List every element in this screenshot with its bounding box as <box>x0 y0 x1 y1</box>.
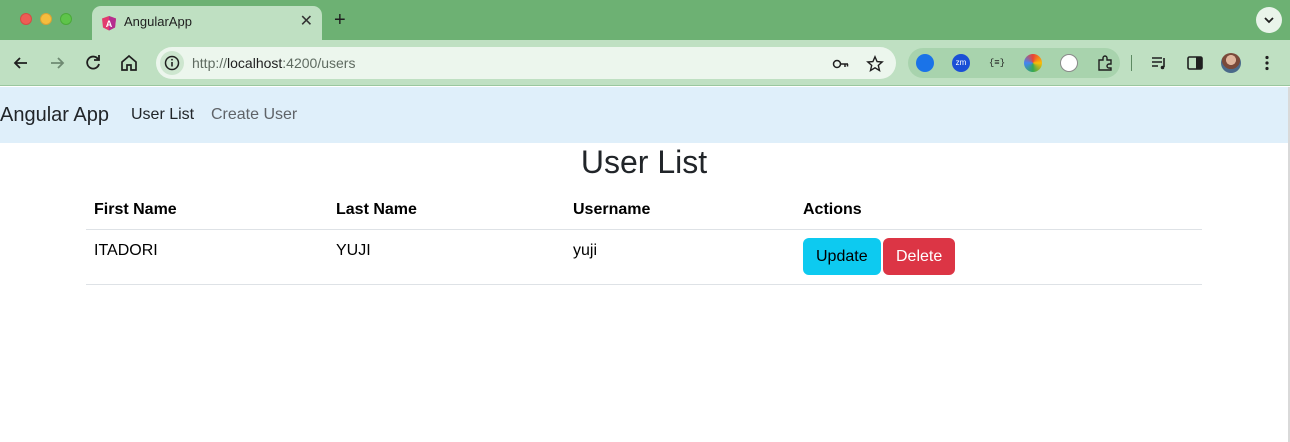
tab-title: AngularApp <box>124 14 192 29</box>
new-tab-button[interactable]: + <box>334 8 346 32</box>
extensions-group: zm {≡} <box>908 48 1120 78</box>
page-title: User List <box>580 144 708 180</box>
update-button[interactable]: Update <box>803 238 881 275</box>
column-header-actions: Actions <box>803 201 862 218</box>
media-queue-icon[interactable] <box>1150 54 1168 72</box>
side-panel-icon[interactable] <box>1186 54 1204 72</box>
zoom-extension-icon[interactable]: zm <box>952 54 970 72</box>
column-header-username: Username <box>573 201 651 218</box>
home-icon[interactable] <box>118 52 140 74</box>
column-header-last-name: Last Name <box>336 201 417 218</box>
color-picker-extension-icon[interactable] <box>1024 54 1042 72</box>
tab-search-button[interactable] <box>1256 7 1282 33</box>
cell-username: yuji <box>573 242 598 259</box>
svg-text:A: A <box>106 19 113 29</box>
toolbar-divider <box>1131 55 1132 71</box>
navbar-brand[interactable]: Angular App <box>0 104 109 127</box>
chevron-down-icon <box>1264 17 1274 24</box>
site-info-icon[interactable] <box>160 51 184 75</box>
browser-toolbar: http://localhost:4200/users zm {≡} <box>0 40 1290 86</box>
puzzle-icon[interactable] <box>1096 54 1114 72</box>
address-bar[interactable]: http://localhost:4200/users <box>156 47 896 79</box>
close-window-button[interactable] <box>20 13 32 25</box>
angular-icon: A <box>102 16 116 31</box>
json-extension-icon[interactable]: {≡} <box>988 54 1006 72</box>
back-icon[interactable] <box>10 52 32 74</box>
table-header: First Name Last Name Username Actions <box>86 190 1202 230</box>
users-table: First Name Last Name Username Actions IT… <box>86 190 1202 285</box>
table-row: ITADORI YUJI yuji Update Delete <box>86 230 1202 285</box>
bookmark-star-icon[interactable] <box>866 55 884 73</box>
minimize-window-button[interactable] <box>40 13 52 25</box>
nav-link-user-list[interactable]: User List <box>131 106 194 124</box>
key-icon[interactable] <box>832 55 850 73</box>
column-header-first-name: First Name <box>94 201 177 218</box>
close-tab-icon[interactable]: ✕ <box>300 12 313 32</box>
reload-icon[interactable] <box>82 52 104 74</box>
delete-button[interactable]: Delete <box>883 238 956 275</box>
profile-avatar[interactable] <box>1221 53 1241 73</box>
nav-link-create-user[interactable]: Create User <box>211 106 297 124</box>
more-menu-icon[interactable] <box>1258 54 1276 72</box>
forward-icon[interactable] <box>46 52 68 74</box>
browser-tab[interactable]: A AngularApp ✕ <box>92 6 322 40</box>
extension-generic-icon[interactable] <box>1060 54 1078 72</box>
url-text: http://localhost:4200/users <box>192 55 356 71</box>
cell-first-name: ITADORI <box>94 242 158 259</box>
browser-tab-bar: A AngularApp ✕ + <box>0 0 1290 40</box>
maximize-window-button[interactable] <box>60 13 72 25</box>
extension-s-icon[interactable] <box>916 54 934 72</box>
app-navbar: Angular App User List Create User <box>0 87 1290 143</box>
cell-last-name: YUJI <box>336 242 371 259</box>
